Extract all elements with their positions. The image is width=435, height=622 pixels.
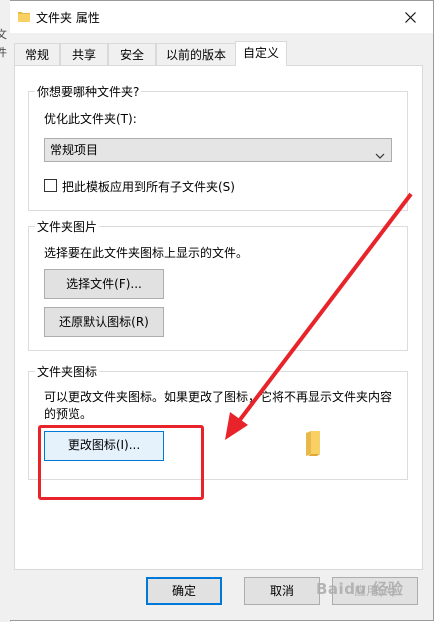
folder-pictures-group: 文件夹图片 选择要在此文件夹图标上显示的文件。 选择文件(F)... 还原默认图… — [28, 218, 408, 351]
annotation-highlight-box — [38, 425, 204, 500]
folder-preview-icon — [304, 430, 322, 459]
folder-type-select[interactable]: 常规项目 — [44, 138, 392, 162]
button-label: 确定 — [171, 584, 196, 598]
restore-default-button[interactable]: 还原默认图标(R) — [44, 307, 164, 337]
edge-text: 件 — [0, 44, 7, 60]
edge-text: 文 — [0, 26, 7, 42]
tab-label: 常规 — [24, 48, 49, 62]
chevron-down-icon — [375, 145, 385, 167]
apply-to-subfolders-checkbox[interactable] — [44, 179, 57, 192]
tab-security[interactable]: 安全 — [108, 43, 156, 65]
button-label: 取消 — [269, 584, 294, 598]
tab-customize[interactable]: 自定义 — [235, 41, 287, 66]
folder-type-group: 你想要哪种文件夹? 优化此文件夹(T): 常规项目 把此模板应用到所有子文件夹(… — [28, 83, 408, 211]
ok-button[interactable]: 确定 — [146, 577, 222, 605]
cancel-button[interactable]: 取消 — [244, 577, 320, 605]
select-value: 常规项目 — [50, 143, 99, 157]
close-button[interactable] — [387, 1, 433, 33]
folder-icons-description: 可以更改文件夹图标。如果更改了图标，它将不再显示文件夹内容 — [44, 390, 393, 404]
optimize-label: 优化此文件夹(T): — [44, 112, 137, 126]
watermark: Baidu 经验 — [316, 580, 404, 598]
tab-label: 共享 — [71, 48, 96, 62]
apply-to-subfolders-label: 把此模板应用到所有子文件夹(S) — [62, 180, 235, 194]
close-icon — [404, 11, 416, 23]
tab-previous-versions[interactable]: 以前的版本 — [156, 43, 236, 65]
properties-dialog: 文件夹 属性 常规 共享 安全 以前的版本 自定义 你想要哪种文件夹? 优化此文… — [10, 0, 434, 621]
tab-label: 以前的版本 — [165, 48, 226, 62]
tab-label: 自定义 — [242, 46, 279, 60]
button-label: 选择文件(F)... — [66, 277, 142, 291]
group-label: 你想要哪种文件夹? — [35, 83, 142, 100]
group-label: 文件夹图片 — [35, 218, 100, 235]
group-label: 文件夹图标 — [35, 363, 100, 380]
folder-icons-description-line2: 的预览。 — [44, 407, 93, 421]
window-title: 文件夹 属性 — [36, 11, 100, 25]
tab-general[interactable]: 常规 — [14, 43, 60, 65]
tab-sharing[interactable]: 共享 — [60, 43, 108, 65]
tab-label: 安全 — [119, 48, 144, 62]
button-label: 还原默认图标(R) — [59, 315, 149, 329]
choose-file-button[interactable]: 选择文件(F)... — [44, 269, 164, 299]
folder-pictures-description: 选择要在此文件夹图标上显示的文件。 — [44, 246, 249, 260]
title-bar: 文件夹 属性 — [10, 1, 433, 33]
folder-icon — [18, 11, 30, 25]
